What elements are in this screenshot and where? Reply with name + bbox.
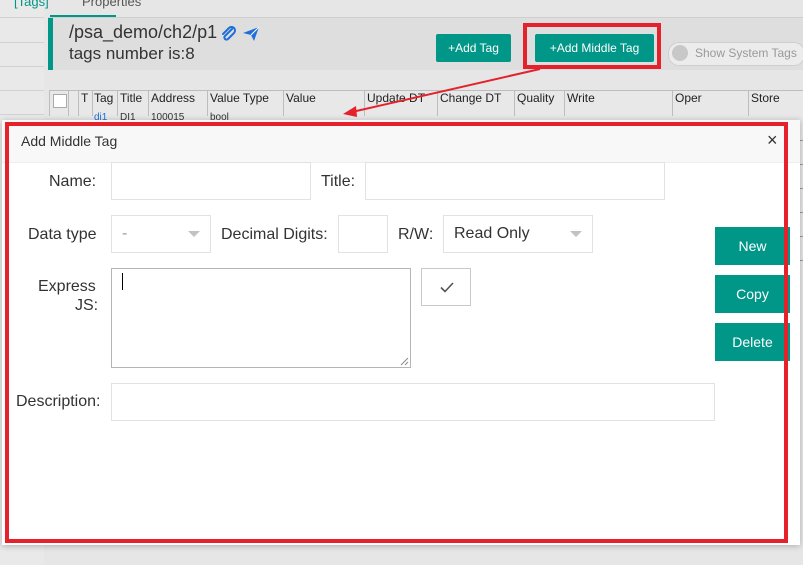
annotation-arrow — [343, 68, 541, 117]
